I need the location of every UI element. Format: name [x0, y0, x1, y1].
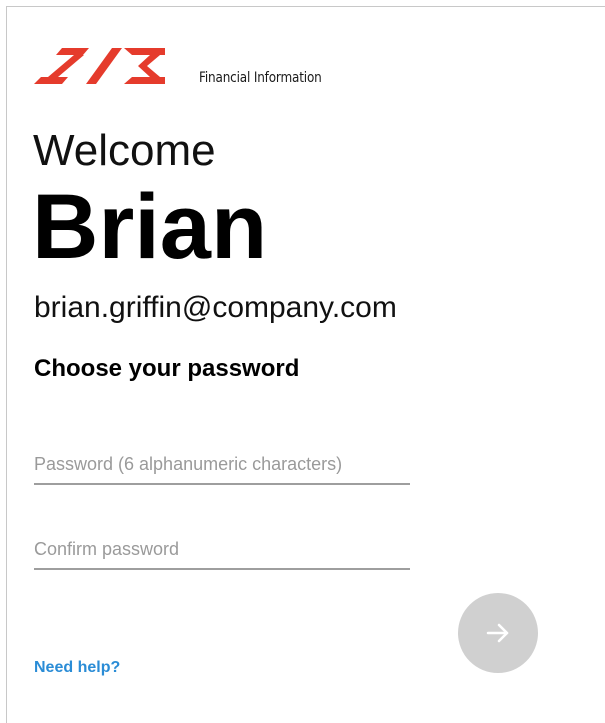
need-help-link[interactable]: Need help?: [34, 659, 120, 677]
password-field-wrapper: [34, 445, 410, 485]
confirm-password-input[interactable]: [34, 530, 410, 568]
brand-header: Financial Information: [34, 48, 434, 92]
arrow-right-icon: [486, 623, 509, 643]
brand-subtitle: Financial Information: [199, 70, 322, 86]
password-input[interactable]: [34, 445, 410, 483]
form-title: Choose your password: [34, 355, 300, 382]
confirm-field-wrapper: [34, 530, 410, 570]
six-logo: [34, 48, 165, 84]
welcome-heading: Welcome: [33, 126, 216, 175]
login-panel: Financial Information Welcome Brian bria…: [6, 6, 605, 723]
user-email: brian.griffin@company.com: [34, 291, 397, 324]
user-name: Brian: [32, 176, 268, 278]
submit-button[interactable]: [458, 593, 538, 673]
